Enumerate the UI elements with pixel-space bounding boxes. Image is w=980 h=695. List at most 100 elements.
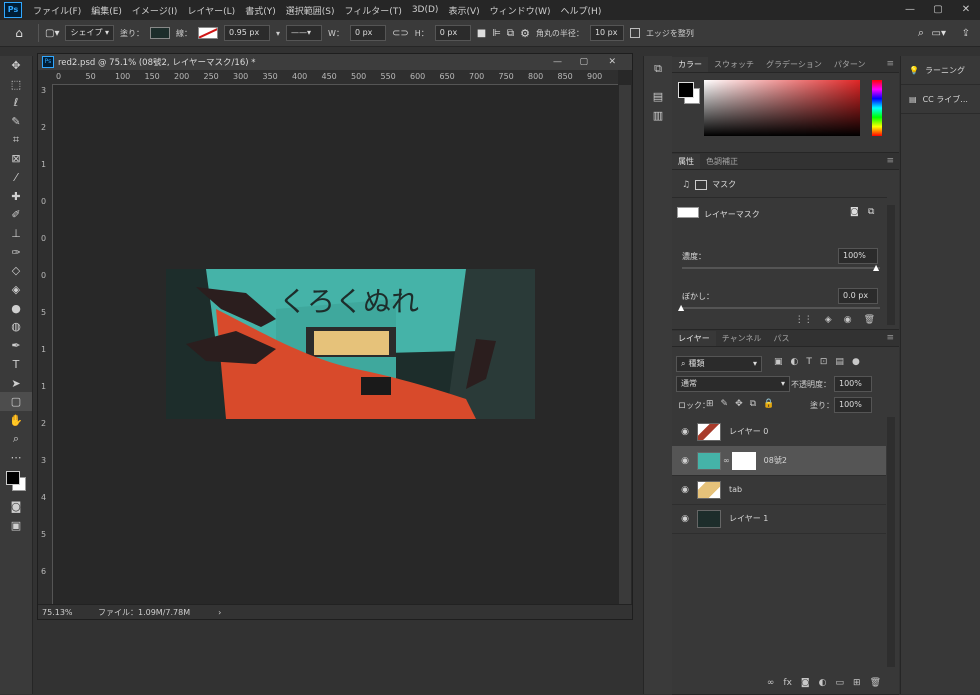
filter-type-icon[interactable]: T (806, 357, 812, 367)
menu-layer[interactable]: レイヤー(L) (182, 4, 240, 17)
menu-type[interactable]: 書式(Y) (240, 4, 281, 17)
stroke-type-select[interactable]: ——▾ (286, 25, 323, 41)
tab-gradients[interactable]: グラデーション (760, 57, 828, 72)
tab-channels[interactable]: チャンネル (716, 331, 768, 346)
blur-tool-icon[interactable]: ● (0, 299, 32, 318)
tab-patterns[interactable]: パターン (828, 57, 872, 72)
quick-mask-icon[interactable]: ◙ (0, 497, 32, 516)
libraries-panel-icon[interactable]: ▤ (651, 90, 665, 103)
lock-all-icon[interactable]: 🔒 (763, 399, 774, 409)
rounded-rectangle-tool-icon[interactable]: ▢ (0, 392, 32, 412)
ruler-origin[interactable] (38, 70, 52, 84)
feather-input[interactable]: 0.0 px (838, 288, 878, 304)
filter-pixel-icon[interactable]: ▣ (774, 357, 783, 367)
canvas-artwork[interactable]: くろくぬれ (166, 269, 535, 419)
radius-input[interactable]: 10 px (589, 25, 624, 41)
eye-icon[interactable]: ◉ (679, 427, 691, 437)
new-group-icon[interactable]: ▭ (836, 678, 845, 688)
maximize-button[interactable]: ▢ (924, 0, 952, 20)
add-vector-mask-icon[interactable]: ⧉ (868, 207, 874, 217)
lock-image-icon[interactable]: ✎ (721, 399, 729, 409)
doc-maximize-button[interactable]: ▢ (579, 57, 588, 67)
filter-adjustment-icon[interactable]: ◐ (791, 357, 799, 367)
layer-filter-select[interactable]: ⌕ 種類 ▾ (676, 356, 762, 372)
panel-menu-icon[interactable]: ≡ (886, 331, 894, 346)
layer-row[interactable]: ◉ ∞ 08號2 (672, 446, 886, 476)
home-icon[interactable]: ⌂ (6, 26, 32, 40)
marquee-tool-icon[interactable]: ⬚ (0, 75, 32, 94)
stroke-width-input[interactable]: 0.95 px (224, 25, 271, 41)
screen-mode-icon[interactable]: ▣ (0, 516, 32, 535)
hand-tool-icon[interactable]: ✋ (0, 411, 32, 430)
healing-brush-tool-icon[interactable]: ✚ (0, 187, 32, 206)
brush-tool-icon[interactable]: ✐ (0, 206, 32, 225)
path-alignment-icon[interactable]: ⊫ (492, 28, 501, 39)
vertical-scrollbar[interactable] (619, 85, 631, 604)
layer-row[interactable]: ◉ レイヤー 0 (672, 417, 886, 447)
zoom-tool-icon[interactable]: ⌕ (0, 430, 32, 449)
feather-slider[interactable] (682, 307, 880, 309)
eye-icon[interactable]: ◉ (679, 514, 691, 524)
load-selection-icon[interactable]: ⋮⋮ (795, 315, 813, 325)
search-icon[interactable]: ⌕ (918, 26, 924, 40)
menu-edit[interactable]: 編集(E) (86, 4, 127, 17)
filter-toggle-icon[interactable]: ● (852, 357, 860, 367)
fill-input[interactable]: 100% (834, 397, 872, 413)
share-icon[interactable]: ⇪ (962, 28, 970, 39)
link-icon[interactable]: ⊂⊃ (392, 28, 409, 39)
eye-icon[interactable]: ◉ (844, 315, 852, 325)
notes-panel-icon[interactable]: ▥ (651, 109, 665, 122)
pen-tool-icon[interactable]: ✒ (0, 336, 32, 355)
adjustment-layer-icon[interactable]: ◐ (819, 678, 827, 688)
density-slider-handle[interactable]: ▲ (873, 263, 879, 272)
blend-mode-select[interactable]: 通常 ▾ (676, 376, 790, 392)
close-button[interactable]: ✕ (952, 0, 980, 20)
layer-row[interactable]: ◉ tab (672, 475, 886, 505)
zoom-level[interactable]: 75.13% (42, 608, 90, 617)
eye-icon[interactable]: ◉ (679, 456, 691, 466)
layer-style-icon[interactable]: fx (783, 678, 792, 688)
link-layers-icon[interactable]: ∞ (767, 678, 775, 688)
path-selection-tool-icon[interactable]: ➤ (0, 374, 32, 393)
type-tool-icon[interactable]: T (0, 355, 32, 374)
menu-help[interactable]: ヘルプ(H) (556, 4, 607, 17)
quick-select-tool-icon[interactable]: ✎ (0, 112, 32, 131)
tab-properties[interactable]: 属性 (672, 154, 700, 169)
eraser-tool-icon[interactable]: ◇ (0, 262, 32, 281)
align-edges-checkbox[interactable] (629, 28, 640, 38)
history-panel-icon[interactable]: ⧉ (651, 62, 665, 76)
more-tools-icon[interactable]: ⋯ (0, 448, 32, 467)
add-mask-icon[interactable]: ◙ (801, 678, 810, 688)
gear-icon[interactable]: ⚙ (520, 27, 530, 40)
menu-window[interactable]: ウィンドウ(W) (485, 4, 556, 17)
minimize-button[interactable]: — (896, 0, 924, 20)
dodge-tool-icon[interactable]: ◍ (0, 318, 32, 337)
document-tab[interactable]: Ps red2.psd @ 75.1% (08號2, レイヤーマスク/16) *… (38, 54, 632, 70)
path-operations-icon[interactable]: ■ (477, 28, 486, 39)
lock-transparent-icon[interactable]: ⊞ (706, 399, 714, 409)
stroke-swatch[interactable] (198, 27, 219, 39)
color-field[interactable] (704, 80, 860, 136)
hue-slider[interactable] (872, 80, 882, 136)
link-icon[interactable]: ∞ (723, 456, 730, 465)
menu-image[interactable]: イメージ(I) (127, 4, 183, 17)
doc-minimize-button[interactable]: — (553, 57, 562, 67)
move-tool-icon[interactable]: ✥ (0, 56, 32, 75)
crop-tool-icon[interactable]: ⌗ (0, 131, 32, 150)
select-pixel-mask-icon[interactable]: ◙ (850, 207, 859, 217)
doc-close-button[interactable]: ✕ (608, 57, 616, 67)
frame-tool-icon[interactable]: ⊠ (0, 149, 32, 168)
canvas-area[interactable]: くろくぬれ (53, 85, 619, 604)
eyedropper-tool-icon[interactable]: ⁄ (0, 168, 32, 187)
fill-swatch[interactable] (150, 27, 171, 39)
rounded-rectangle-tool-icon[interactable]: ▢▾ (45, 28, 59, 39)
color-swatches[interactable] (0, 467, 32, 497)
density-slider[interactable] (682, 267, 880, 269)
density-input[interactable]: 100% (838, 248, 878, 264)
lock-artboard-icon[interactable]: ⧉ (750, 399, 756, 409)
menu-file[interactable]: ファイル(F) (28, 4, 86, 17)
panel-menu-icon[interactable]: ≡ (886, 154, 894, 169)
paint-bucket-tool-icon[interactable]: ◈ (0, 280, 32, 299)
tab-paths[interactable]: パス (768, 331, 796, 346)
width-input[interactable]: 0 px (349, 25, 386, 41)
